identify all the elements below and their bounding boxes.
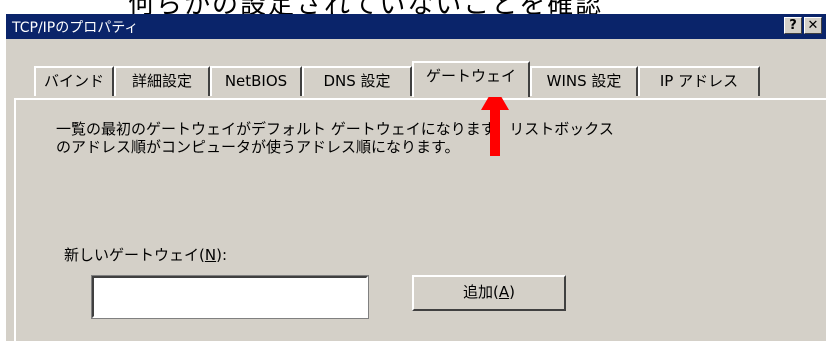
tab-gateway[interactable]: ゲートウェイ [412,61,530,97]
gateway-label-suffix: ): [216,246,227,264]
tab-advanced[interactable]: 詳細設定 [114,66,210,96]
tab-netbios[interactable]: NetBIOS [210,66,302,96]
description-line-1: 一覧の最初のゲートウェイがデフォルト ゲートウェイになります。リストボックス [56,120,614,138]
add-button-key: A [498,283,510,301]
tab-bind[interactable]: バインド [34,66,114,96]
add-button-prefix: 追加( [463,283,499,301]
description-text: 一覧の最初のゲートウェイがデフォルト ゲートウェイになります。リストボックス の… [56,120,614,156]
tab-dns[interactable]: DNS 設定 [302,66,412,96]
gateway-ip-input[interactable] [91,275,369,319]
gateway-label-key: N [204,246,217,264]
tab-ip-address[interactable]: IP アドレス [638,66,760,96]
window-title: TCP/IPのプロパティ [12,20,139,36]
add-button-suffix: ) [509,283,515,301]
new-gateway-label: 新しいゲートウェイ(N): [64,244,227,265]
description-line-2: のアドレス順がコンピュータが使うアドレス順になります。 [56,138,460,156]
close-button[interactable]: ✕ [804,17,822,34]
gateway-label-prefix: 新しいゲートウェイ( [64,246,205,264]
help-button[interactable]: ? [784,17,802,34]
title-bar[interactable]: TCP/IPのプロパティ ? ✕ [6,14,826,39]
tab-strip: バインド 詳細設定 NetBIOS DNS 設定 ゲートウェイ WINS 設定 … [6,39,826,97]
add-button[interactable]: 追加(A) [412,275,566,311]
tab-wins[interactable]: WINS 設定 [530,66,638,96]
